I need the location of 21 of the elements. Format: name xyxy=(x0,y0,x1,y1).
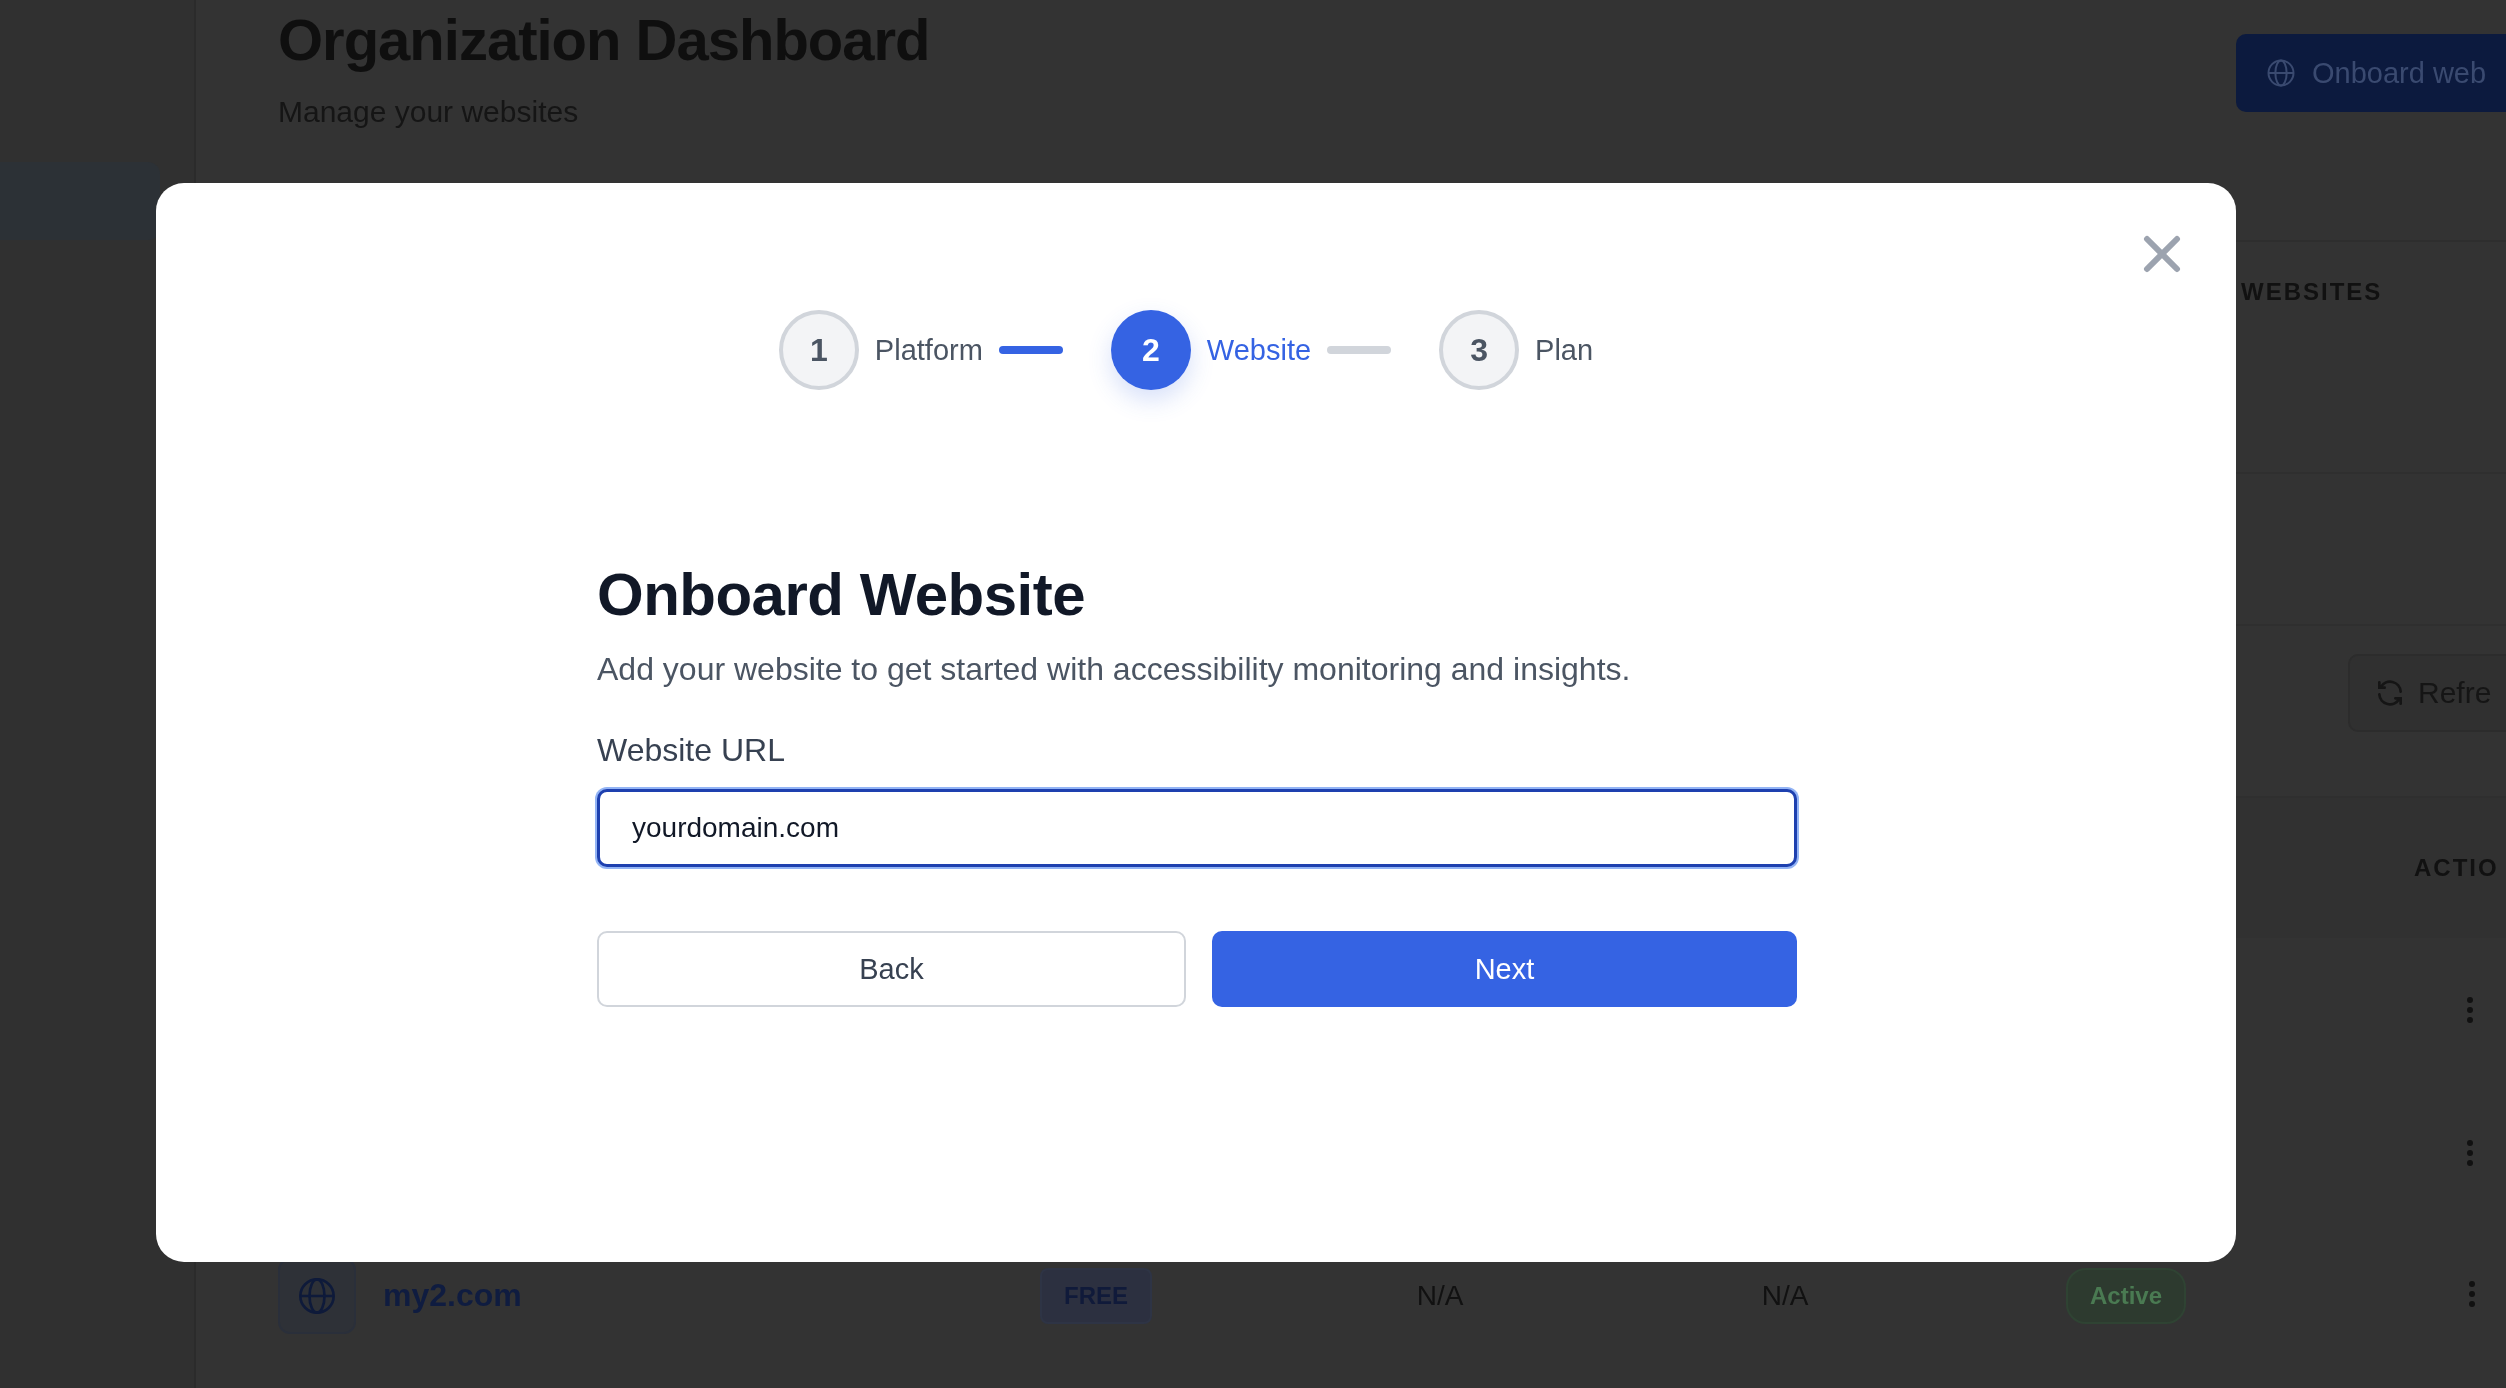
step-label: Platform xyxy=(874,333,983,367)
step-label: Website xyxy=(1206,333,1312,367)
sidebar-item[interactable] xyxy=(0,162,160,240)
field-label: Website URL xyxy=(597,732,786,769)
next-button[interactable]: Next xyxy=(1212,931,1797,1007)
status-badge: Active xyxy=(2066,1267,2187,1324)
dialog-description: Add your website to get started with accessibility monitoring and insights. xyxy=(597,651,1632,688)
step-label: Plan xyxy=(1535,333,1594,367)
dialog-title: Onboard Website xyxy=(597,560,1087,629)
more-icon[interactable] xyxy=(2466,1139,2474,1166)
step-connector xyxy=(1327,346,1392,354)
more-icon[interactable] xyxy=(2468,1280,2476,1307)
step-number: 2 xyxy=(1110,310,1191,390)
url-input-field[interactable]: yourdomain.com xyxy=(597,789,1797,867)
more-icon[interactable] xyxy=(2466,996,2474,1023)
close-icon[interactable] xyxy=(2143,235,2181,273)
step-number: 1 xyxy=(778,310,859,390)
step-number: 3 xyxy=(1439,310,1520,390)
back-button[interactable]: Back xyxy=(597,931,1186,1007)
globe-icon xyxy=(2266,58,2296,88)
step-connector xyxy=(998,346,1063,354)
